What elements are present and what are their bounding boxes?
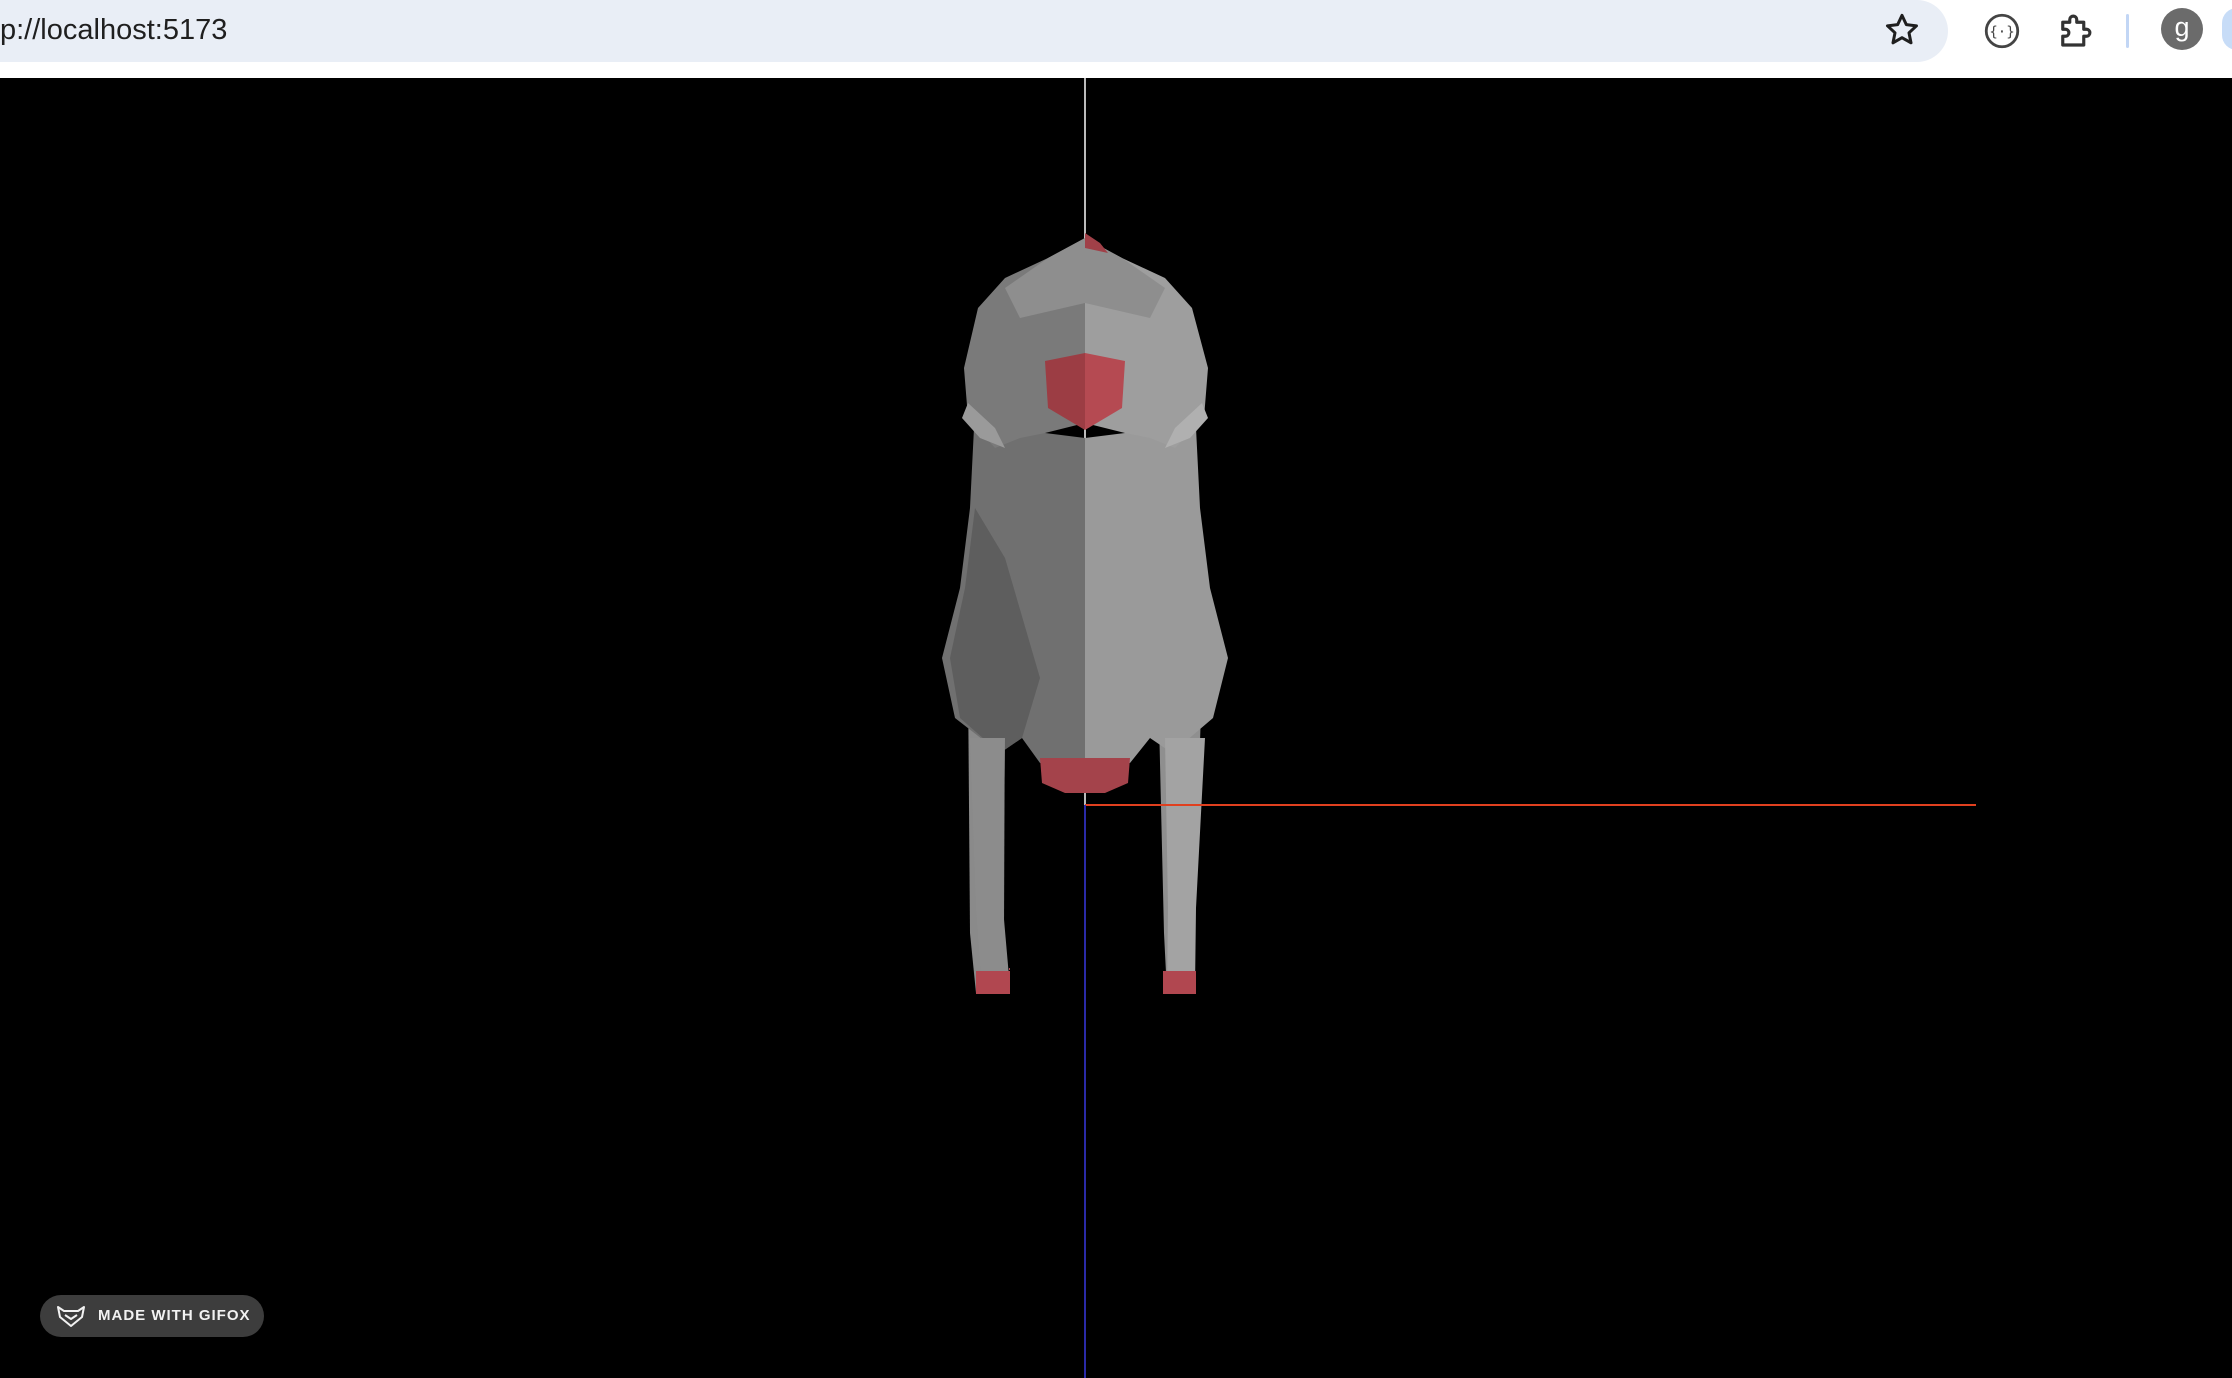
star-icon[interactable] xyxy=(1882,10,1922,50)
gifox-watermark: MADE WITH GIFOX xyxy=(40,1295,264,1337)
profile-avatar[interactable]: g xyxy=(2161,8,2203,50)
scene-render xyxy=(942,78,1976,1378)
right-hoof xyxy=(1163,971,1196,994)
toolbar-divider xyxy=(2126,14,2129,48)
url-text[interactable]: p://localhost:5173 xyxy=(0,11,227,49)
left-hoof xyxy=(976,971,1010,994)
side-panel-button[interactable] xyxy=(2222,8,2232,50)
right-front-leg xyxy=(1165,738,1205,990)
udder xyxy=(1040,758,1130,793)
puzzle-extensions-icon[interactable] xyxy=(2054,10,2096,52)
torso-right xyxy=(1085,408,1228,763)
extension-inspector-icon[interactable]: {·} xyxy=(1981,10,2023,52)
watermark-label: MADE WITH GIFOX xyxy=(98,1307,251,1324)
svg-text:{·}: {·} xyxy=(1989,24,2014,40)
fox-icon xyxy=(57,1306,85,1327)
browser-toolbar: p://localhost:5173 {·} g xyxy=(0,0,2232,78)
address-bar[interactable]: p://localhost:5173 xyxy=(0,0,1948,62)
